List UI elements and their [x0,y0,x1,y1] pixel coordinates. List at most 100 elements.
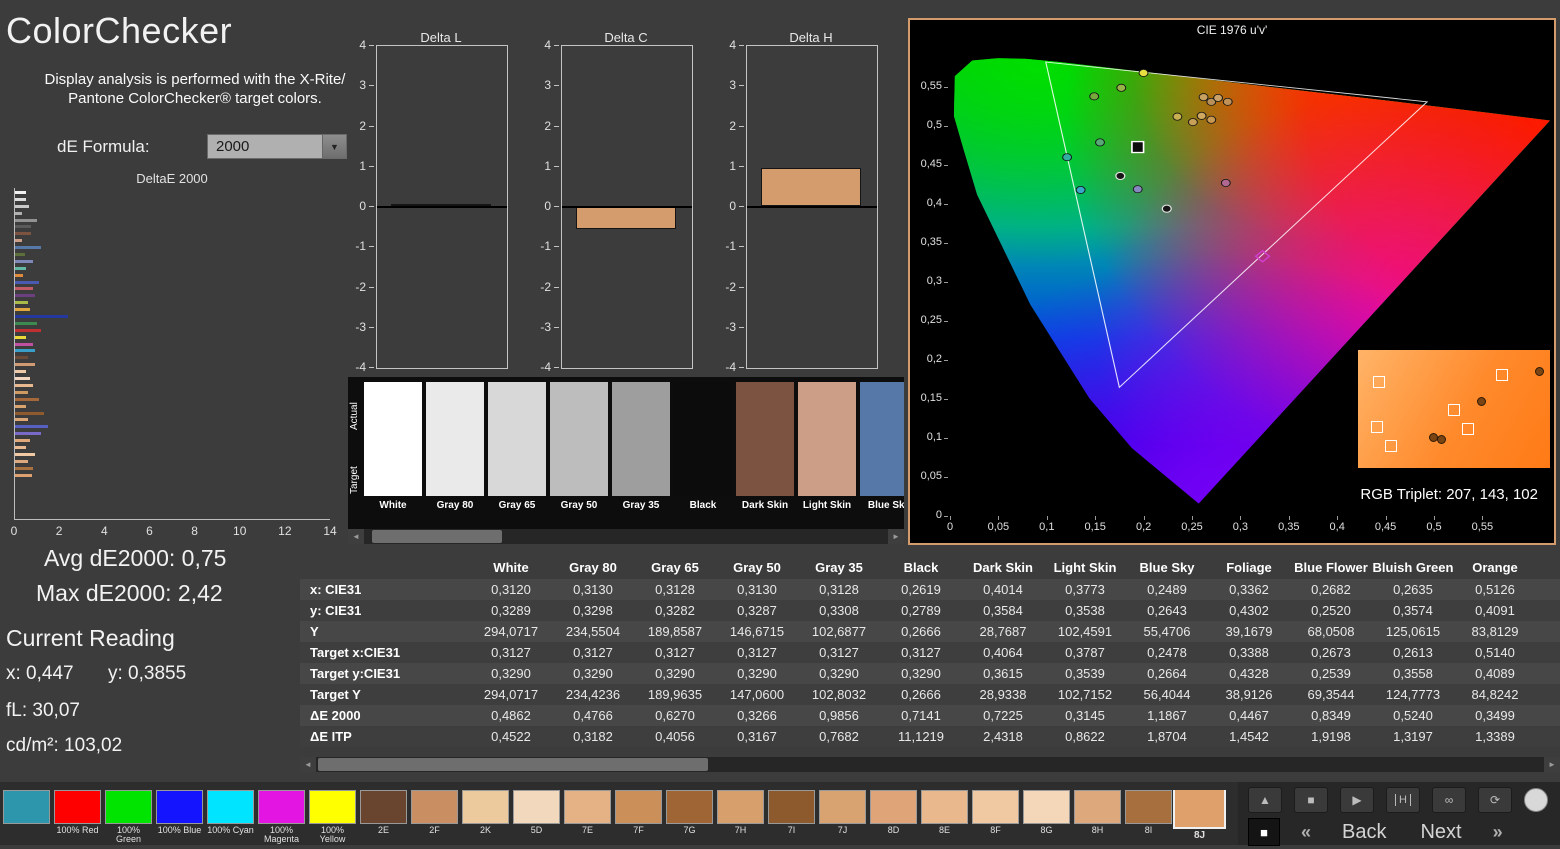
pattern-swatch-7f[interactable]: 7F [614,790,663,844]
axis-tick-mark [1337,516,1339,520]
axis-tick-mark [1095,516,1097,520]
pattern-swatch-label: 100% Green [115,826,141,844]
delta-y-axis: 4 3 2 1 0 -1 -2 -3 -4 [716,38,744,374]
pattern-swatch-2e[interactable]: 2E [359,790,408,844]
scroll-left-button[interactable]: ◄ [348,529,364,544]
pattern-window-button[interactable]: ■ [1248,818,1280,846]
scrollbar-thumb[interactable] [372,530,502,543]
zero-line [377,206,507,208]
table-cell: 0,3558 [1393,666,1433,681]
pattern-swatch-7g[interactable]: 7G [665,790,714,844]
repeat-button[interactable]: ⟳ [1478,787,1512,813]
table-cell: 0,3615 [983,666,1023,681]
scroll-right-button[interactable]: ► [1544,757,1560,772]
pattern-swatch-color [564,790,611,824]
axis-tick-label: 0,2 [1135,521,1152,533]
axis-tick-label: 0,1 [1039,521,1055,533]
table-cell: 0,2666 [901,687,941,702]
pattern-swatch-8f[interactable]: 8F [971,790,1020,844]
table-cell: 147,0600 [729,687,785,702]
pattern-swatch-5d[interactable]: 5D [512,790,561,844]
pattern-swatch-label: 100% Yellow [319,826,346,844]
pattern-swatch-100-green[interactable]: 100% Green [104,790,153,844]
deltae-bar [15,473,32,477]
scrollbar-track[interactable] [364,529,888,544]
pattern-swatch-8d[interactable]: 8D [869,790,918,844]
back-button[interactable]: Back [1332,821,1396,844]
table-cell: 0,7141 [901,708,941,723]
table-cell: 294,0717 [483,624,539,639]
table-cell: 0,3127 [491,645,531,660]
axis-tick-label: -2 [540,279,551,294]
play-button[interactable]: ▶ [1340,787,1374,813]
scrollbar-thumb[interactable] [318,758,708,771]
scroll-right-button[interactable]: ► [888,529,904,544]
back-arrow-button[interactable]: « [1294,820,1318,844]
scroll-up-button[interactable]: ▲ [1248,787,1282,813]
pattern-swatch-7i[interactable]: 7I [767,790,816,844]
delta-panel-h: Delta H 4 3 2 1 0 -1 -2 -3 -4 [725,30,878,374]
indicator-button[interactable] [1524,788,1548,812]
patch-gray-80: Gray 80 [426,382,484,511]
pattern-size-button[interactable]: H [1386,787,1420,813]
pattern-swatch-7e[interactable]: 7E [563,790,612,844]
pattern-swatch-100-blue[interactable]: 100% Blue [155,790,204,844]
table-cell: 0,2643 [1147,603,1187,618]
axis-tick-label: 0,45 [920,158,942,170]
pattern-swatch-8j[interactable]: 8J [1173,790,1226,849]
pattern-swatch-8e[interactable]: 8E [920,790,969,844]
table-scrollbar[interactable]: ◄ ► [300,757,1560,772]
scroll-left-button[interactable]: ◄ [300,757,316,772]
axis-tick-mark [739,246,744,248]
table-cell: 0,2666 [901,624,941,639]
axis-tick-mark [944,243,948,244]
cie-point-circle [1115,171,1126,181]
pattern-swatch-7h[interactable]: 7H [716,790,765,844]
deltae-bar [15,342,33,346]
pattern-swatch-100-magenta[interactable]: 100% Magenta [257,790,306,844]
scrollbar-track[interactable] [316,757,1544,772]
cie-point-circle [1196,111,1207,120]
de-formula-dropdown[interactable]: 2000 ▼ [207,134,347,159]
deltae-bar [15,239,22,243]
pattern-swatch-2f[interactable]: 2F [410,790,459,844]
pattern-swatch-100-red[interactable]: 100% Red [53,790,102,844]
pattern-swatch-100-cyan[interactable]: 100% Cyan [206,790,255,844]
continuous-button[interactable]: ∞ [1432,787,1466,813]
table-cell: 38,9126 [1225,687,1273,702]
pattern-swatch-8i[interactable]: 8I [1124,790,1173,844]
table-cell: 34,6 [1536,684,1560,705]
deltae-bar [15,225,31,229]
axis-tick-mark [554,326,559,328]
next-arrow-button[interactable]: » [1486,820,1510,844]
pattern-size-icon: H [1395,794,1411,806]
table-cell: 0,3127 [901,645,941,660]
pattern-swatch-label: 100% Magenta [263,826,300,844]
pattern-swatch-2k[interactable]: 2K [461,790,510,844]
pattern-swatch-8h[interactable]: 8H [1073,790,1122,844]
pattern-swatch-100-yellow[interactable]: 100% Yellow [308,790,357,844]
delta-plot [746,45,878,369]
table-cell: 234,5504 [565,624,621,639]
table-cell: 146,6715 [729,624,785,639]
pattern-swatch-8g[interactable]: 8G [1022,790,1071,844]
next-button[interactable]: Next [1410,821,1471,844]
patch-label: Blue Sky [867,500,904,511]
axis-tick-mark [369,246,374,248]
cie-point-current [1131,140,1145,154]
patch-strip-scrollbar[interactable]: ◄ ► [348,529,904,544]
table-cell: 0,3584 [983,603,1023,618]
axis-tick-label: 6 [146,524,153,538]
table-cell: 1,09 [1536,705,1560,726]
axis-tick-mark [554,206,559,207]
description: Display analysis is performed with the X… [28,70,362,108]
table-cell: 0,3130 [737,582,777,597]
axis-tick-label: -4 [725,360,736,374]
deltae-bar [15,404,26,408]
pattern-swatch[interactable] [2,790,51,844]
table-cell: 3,08 [1536,726,1560,747]
delta-plot [561,45,693,369]
stop-button[interactable]: ■ [1294,787,1328,813]
pattern-swatch-7j[interactable]: 7J [818,790,867,844]
table-cell: 234,4236 [565,687,621,702]
